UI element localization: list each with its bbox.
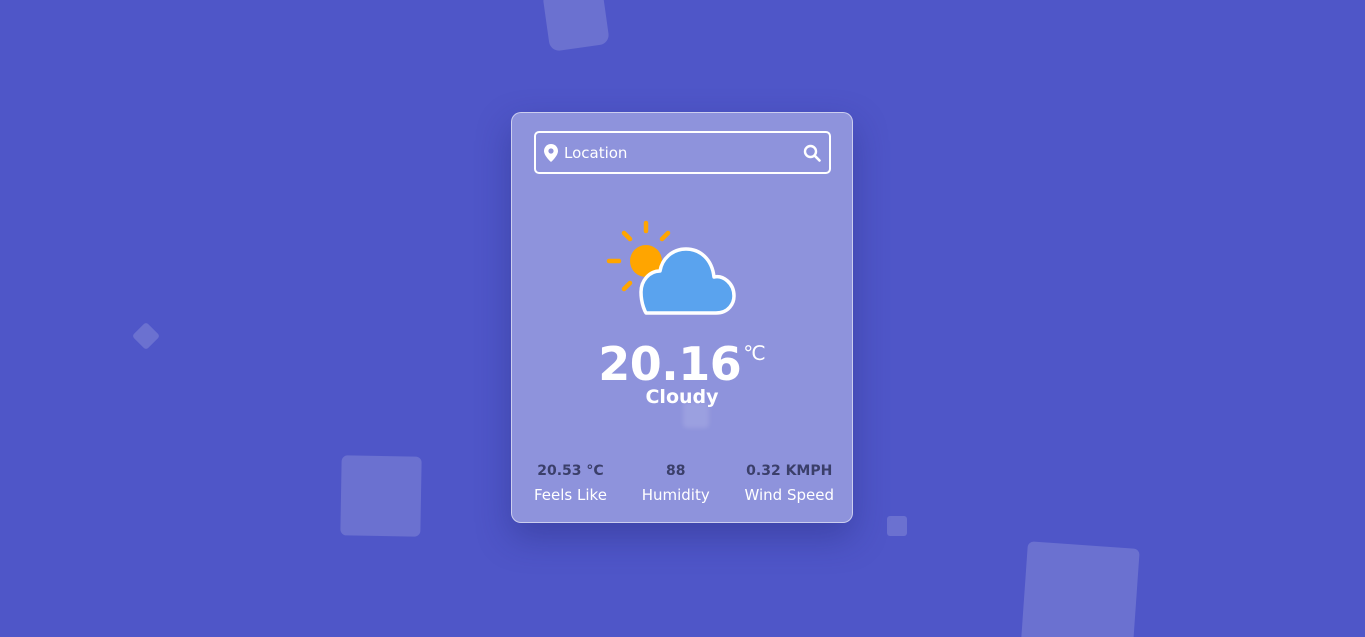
stat-value: 0.32 KMPH xyxy=(746,463,833,479)
weather-stats: 20.53 °C Feels Like 88 Humidity 0.32 KMP… xyxy=(534,461,834,509)
stat-feels-like: 20.53 °C Feels Like xyxy=(534,461,607,509)
stat-value: 88 xyxy=(665,463,686,479)
search-icon[interactable] xyxy=(803,144,821,162)
location-input[interactable] xyxy=(564,143,803,162)
temperature-unit: ℃ xyxy=(743,341,766,365)
decorative-square xyxy=(340,455,422,537)
stat-humidity: 88 Humidity xyxy=(642,461,710,509)
decorative-square xyxy=(683,402,709,428)
location-search-bar xyxy=(534,131,831,174)
page: 20.16℃ Cloudy 20.53 °C Feels Like 88 Hum… xyxy=(0,0,1365,637)
decorative-square xyxy=(1020,541,1140,637)
decorative-square xyxy=(131,321,161,351)
weather-card: 20.16℃ Cloudy 20.53 °C Feels Like 88 Hum… xyxy=(511,112,853,523)
decorative-square xyxy=(542,0,610,52)
stat-label: Wind Speed xyxy=(744,486,835,504)
stat-value: 20.53 °C xyxy=(537,463,604,479)
weather-condition: Cloudy xyxy=(645,386,719,408)
decorative-square xyxy=(887,516,907,536)
partly-cloudy-icon xyxy=(606,219,740,321)
stat-wind-speed: 0.32 KMPH Wind Speed xyxy=(745,461,835,509)
temperature-value: 20.16 xyxy=(598,337,742,391)
location-pin-icon xyxy=(544,143,558,162)
temperature-display: 20.16 ℃ xyxy=(512,337,852,391)
stat-label: Humidity xyxy=(641,486,710,504)
stat-label: Feels Like xyxy=(534,486,607,504)
